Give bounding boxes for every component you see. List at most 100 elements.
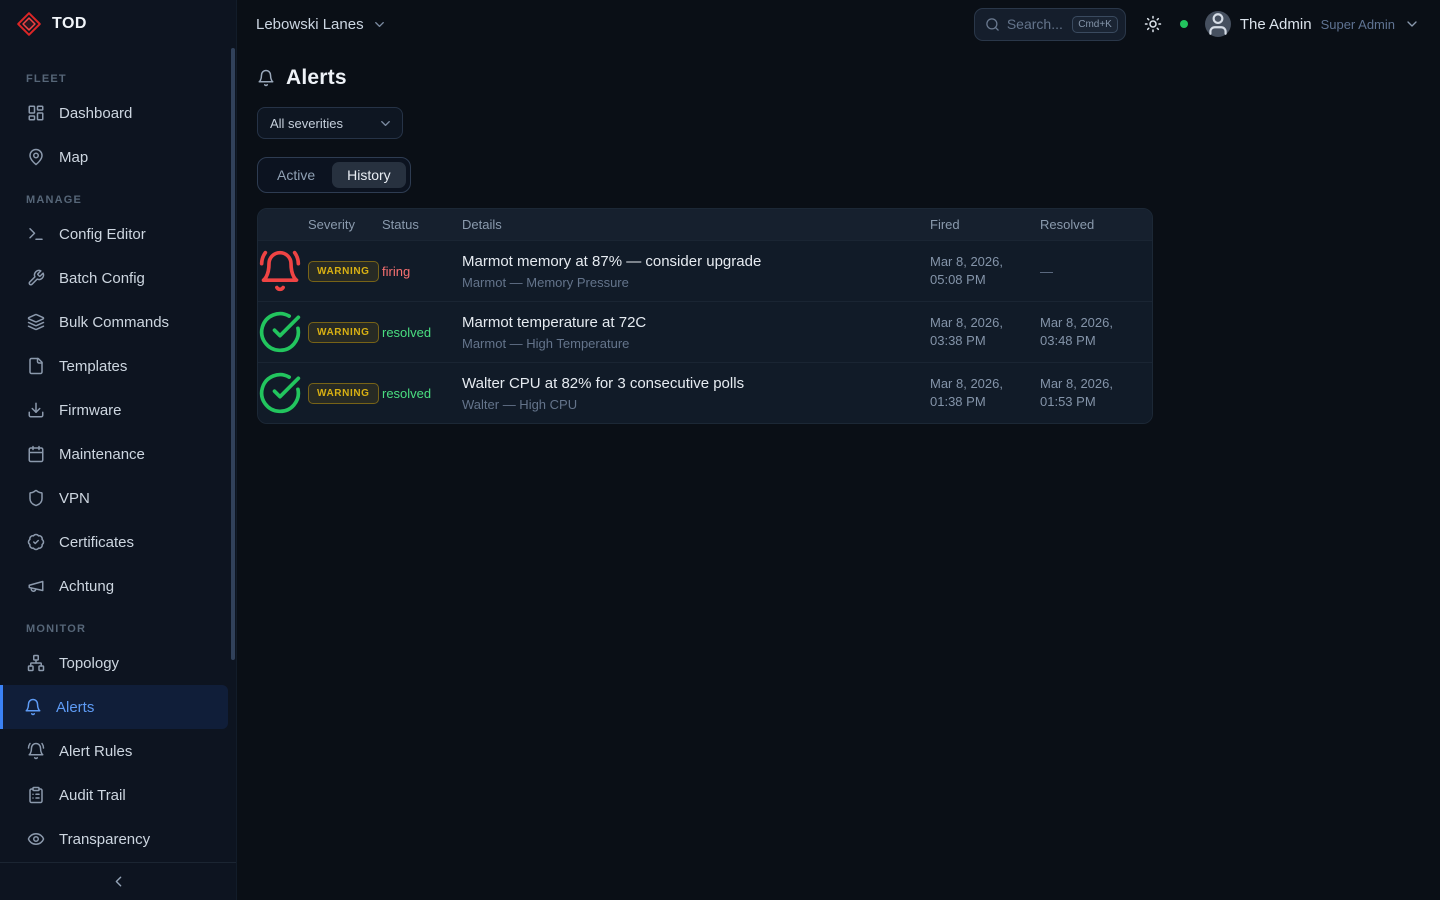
map-pin-icon bbox=[27, 148, 45, 166]
status-cell: firing bbox=[382, 264, 456, 279]
sidebar: TOD FLEET Dashboard Map MANAGE Config Ed… bbox=[0, 0, 237, 900]
sidebar-item-label: Templates bbox=[59, 358, 127, 375]
chevron-left-icon bbox=[110, 873, 127, 890]
theme-toggle-button[interactable] bbox=[1143, 14, 1163, 34]
eye-icon bbox=[27, 830, 45, 848]
user-role-badge: Super Admin bbox=[1321, 17, 1395, 32]
fired-cell: Mar 8, 2026, 01:38 PM bbox=[930, 375, 1040, 410]
sidebar-item-certificates[interactable]: Certificates bbox=[0, 520, 228, 564]
sidebar-item-label: Audit Trail bbox=[59, 787, 126, 804]
column-header-status: Status bbox=[382, 217, 456, 232]
file-icon bbox=[27, 357, 45, 375]
status-cell: resolved bbox=[382, 386, 456, 401]
column-header-fired: Fired bbox=[930, 217, 1040, 232]
shield-icon bbox=[27, 489, 45, 507]
sidebar-item-label: VPN bbox=[59, 490, 90, 507]
alerts-tabs: Active History bbox=[257, 157, 411, 193]
severity-filter-value: All severities bbox=[270, 116, 343, 131]
calendar-icon bbox=[27, 445, 45, 463]
sidebar-scrollbar[interactable] bbox=[231, 48, 235, 660]
search-input[interactable] bbox=[1007, 16, 1065, 32]
page-title: Alerts bbox=[286, 66, 347, 90]
sidebar-item-label: Bulk Commands bbox=[59, 314, 169, 331]
section-label-fleet: FLEET bbox=[0, 58, 236, 91]
sidebar-item-label: Config Editor bbox=[59, 226, 146, 243]
sidebar-item-audit-trail[interactable]: Audit Trail bbox=[0, 773, 228, 817]
page-title-row: Alerts bbox=[257, 66, 1420, 90]
chevron-down-icon bbox=[1404, 16, 1420, 32]
alert-subtitle: Walter — High CPU bbox=[462, 397, 918, 412]
details-cell: Marmot memory at 87% — consider upgrade … bbox=[456, 253, 930, 290]
org-selector[interactable]: Lebowski Lanes bbox=[256, 16, 387, 33]
table-header-row: Severity Status Details Fired Resolved bbox=[258, 209, 1152, 240]
search-shortcut-badge: Cmd+K bbox=[1072, 16, 1118, 33]
alerts-page: Alerts All severities Active History Sev… bbox=[237, 48, 1440, 900]
download-icon bbox=[27, 401, 45, 419]
sidebar-item-templates[interactable]: Templates bbox=[0, 344, 228, 388]
sidebar-item-maintenance[interactable]: Maintenance bbox=[0, 432, 228, 476]
alert-subtitle: Marmot — High Temperature bbox=[462, 336, 918, 351]
connection-status-dot bbox=[1180, 20, 1188, 28]
bell-ring-icon bbox=[27, 742, 45, 760]
megaphone-icon bbox=[27, 577, 45, 595]
sidebar-footer bbox=[0, 862, 236, 900]
user-menu[interactable]: The Admin Super Admin bbox=[1205, 11, 1420, 37]
topbar-right: Cmd+K The Admin Super Admin bbox=[974, 8, 1420, 41]
sidebar-item-label: Topology bbox=[59, 655, 119, 672]
app-root: TOD FLEET Dashboard Map MANAGE Config Ed… bbox=[0, 0, 1440, 900]
alerts-table: Severity Status Details Fired Resolved W… bbox=[257, 208, 1153, 424]
column-header-resolved: Resolved bbox=[1040, 217, 1152, 232]
user-name: The Admin bbox=[1240, 16, 1312, 33]
sidebar-item-alerts[interactable]: Alerts bbox=[0, 685, 228, 729]
column-header-severity: Severity bbox=[302, 217, 382, 232]
sidebar-item-transparency[interactable]: Transparency bbox=[0, 817, 228, 861]
sidebar-item-bulk-commands[interactable]: Bulk Commands bbox=[0, 300, 228, 344]
tab-history[interactable]: History bbox=[332, 162, 406, 188]
chevron-down-icon bbox=[372, 17, 387, 32]
sidebar-item-batch-config[interactable]: Batch Config bbox=[0, 256, 228, 300]
resolved-cell: Mar 8, 2026, 03:48 PM bbox=[1040, 314, 1152, 349]
sidebar-item-config-editor[interactable]: Config Editor bbox=[0, 212, 228, 256]
main-column: Lebowski Lanes Cmd+K The Admin bbox=[237, 0, 1440, 900]
bell-icon bbox=[257, 69, 275, 87]
bell-alert-icon bbox=[258, 249, 302, 293]
severity-filter-select[interactable]: All severities bbox=[257, 107, 403, 139]
section-label-monitor: MONITOR bbox=[0, 608, 236, 641]
sidebar-item-map[interactable]: Map bbox=[0, 135, 228, 179]
severity-badge: WARNING bbox=[308, 261, 379, 282]
dashboard-grid-icon bbox=[27, 104, 45, 122]
sidebar-item-dashboard[interactable]: Dashboard bbox=[0, 91, 228, 135]
severity-cell: WARNING bbox=[302, 322, 382, 343]
sidebar-item-label: Map bbox=[59, 149, 88, 166]
tab-active[interactable]: Active bbox=[262, 162, 330, 188]
diamond-logo-icon bbox=[16, 11, 42, 37]
details-cell: Marmot temperature at 72C Marmot — High … bbox=[456, 314, 930, 351]
table-row[interactable]: WARNING resolved Marmot temperature at 7… bbox=[258, 301, 1152, 362]
sidebar-item-achtung[interactable]: Achtung bbox=[0, 564, 228, 608]
sidebar-item-label: Alerts bbox=[56, 699, 94, 716]
sidebar-item-firmware[interactable]: Firmware bbox=[0, 388, 228, 432]
badge-check-icon bbox=[27, 533, 45, 551]
sidebar-item-label: Maintenance bbox=[59, 446, 145, 463]
user-icon bbox=[1205, 11, 1231, 37]
sidebar-item-label: Certificates bbox=[59, 534, 134, 551]
table-row[interactable]: WARNING resolved Walter CPU at 82% for 3… bbox=[258, 362, 1152, 423]
chevron-down-icon bbox=[378, 116, 393, 131]
table-row[interactable]: WARNING firing Marmot memory at 87% — co… bbox=[258, 240, 1152, 301]
status-cell: resolved bbox=[382, 325, 456, 340]
org-name: Lebowski Lanes bbox=[256, 16, 364, 33]
avatar bbox=[1205, 11, 1231, 37]
alert-title: Marmot memory at 87% — consider upgrade bbox=[462, 253, 918, 270]
sidebar-collapse-button[interactable] bbox=[104, 868, 132, 896]
sidebar-item-alert-rules[interactable]: Alert Rules bbox=[0, 729, 228, 773]
sidebar-item-topology[interactable]: Topology bbox=[0, 641, 228, 685]
terminal-icon bbox=[27, 225, 45, 243]
severity-cell: WARNING bbox=[302, 383, 382, 404]
resolved-cell: — bbox=[1040, 264, 1152, 279]
app-logo[interactable]: TOD bbox=[0, 0, 236, 48]
sidebar-item-vpn[interactable]: VPN bbox=[0, 476, 228, 520]
search-box[interactable]: Cmd+K bbox=[974, 8, 1126, 41]
check-circle-icon bbox=[258, 371, 302, 415]
sun-icon bbox=[1144, 15, 1162, 33]
network-icon bbox=[27, 654, 45, 672]
